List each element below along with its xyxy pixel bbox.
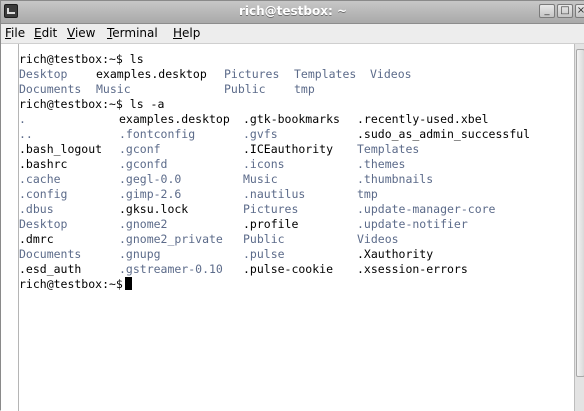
ls-a-entry: .. bbox=[19, 127, 33, 141]
prompt-text: rich@testbox:~$ ls bbox=[19, 52, 144, 66]
ls-a-entry: .nautilus bbox=[243, 187, 306, 201]
ls-a-entry: .gconfd bbox=[119, 157, 168, 171]
ls-a-entry: .gstreamer-0.10 bbox=[119, 262, 223, 276]
prompt-text: rich@testbox:~$ bbox=[19, 277, 123, 291]
ls-a-entry: .esd_auth bbox=[19, 262, 82, 276]
menu-help[interactable]: Help bbox=[173, 26, 200, 40]
ls-a-entry: .gimp-2.6 bbox=[119, 187, 182, 201]
ls-a-entry: .dbus bbox=[19, 202, 54, 216]
ls-a-entry: Pictures bbox=[243, 202, 299, 216]
ls-a-entry: .gconf bbox=[119, 142, 161, 156]
scrollbar-thumb[interactable] bbox=[576, 49, 584, 377]
menu-edit-accel: E bbox=[34, 26, 42, 40]
ls-a-entry: .ICEauthority bbox=[243, 142, 334, 156]
ls-entry: Desktop bbox=[19, 67, 68, 81]
current-prompt: rich@testbox:~$ bbox=[19, 277, 132, 292]
ls-entry: Public bbox=[224, 82, 266, 96]
ls-entry: Pictures bbox=[224, 67, 280, 81]
text-cursor bbox=[124, 277, 132, 290]
ls-a-entry: .pulse bbox=[243, 247, 285, 261]
vertical-scrollbar[interactable] bbox=[574, 44, 584, 411]
ls-a-entry: .gegl-0.0 bbox=[119, 172, 182, 186]
menu-edit-label: dit bbox=[41, 26, 58, 40]
menu-view[interactable]: View bbox=[67, 26, 95, 40]
ls-a-entry: .fontconfig bbox=[119, 127, 196, 141]
ls-a-entry: .thumbnails bbox=[357, 172, 434, 186]
menu-file[interactable]: File bbox=[5, 26, 25, 40]
close-button[interactable]: × bbox=[575, 4, 584, 18]
ls-a-entry: .config bbox=[19, 187, 68, 201]
ls-a-entry: Videos bbox=[357, 232, 399, 246]
ls-a-entry: .profile bbox=[243, 217, 299, 231]
ls-a-entry: .gnome2 bbox=[119, 217, 168, 231]
ls-entry: Music bbox=[96, 82, 131, 96]
ls-a-entry: .cache bbox=[19, 172, 61, 186]
ls-a-entry: .gksu.lock bbox=[119, 202, 189, 216]
ls-a-entry: .dmrc bbox=[19, 232, 54, 246]
menu-file-label: ile bbox=[11, 26, 26, 40]
menu-terminal[interactable]: Terminal bbox=[107, 26, 158, 40]
ls-a-entry: .gtk-bookmarks bbox=[243, 112, 340, 126]
ls-a-entry: .icons bbox=[243, 157, 285, 171]
menu-view-accel: V bbox=[67, 26, 75, 40]
menu-bar: File Edit View Terminal Help bbox=[1, 24, 584, 44]
minimize-button[interactable]: _ bbox=[539, 4, 555, 18]
ls-a-entry: .update-manager-core bbox=[357, 202, 496, 216]
ls-a-entry: .themes bbox=[357, 157, 406, 171]
ls-a-entry: .gnupg bbox=[119, 247, 161, 261]
maximize-button[interactable]: □ bbox=[557, 4, 573, 18]
menu-view-label: iew bbox=[74, 26, 96, 40]
prompt-text: rich@testbox:~$ ls -a bbox=[19, 97, 165, 111]
window-title: rich@testbox: ~ bbox=[238, 4, 348, 18]
ls-entry: tmp bbox=[294, 82, 315, 96]
ls-a-entry: tmp bbox=[357, 187, 378, 201]
ls-a-entry: examples.desktop bbox=[119, 112, 230, 126]
ls-entry: Videos bbox=[370, 67, 412, 81]
menu-help-accel: H bbox=[173, 26, 183, 40]
title-bar[interactable]: rich@testbox: ~ _ □ × bbox=[1, 1, 584, 24]
ls-a-entry: .pulse-cookie bbox=[243, 262, 334, 276]
ls-a-entry: Templates bbox=[357, 142, 420, 156]
ls-a-entry: Music bbox=[243, 172, 278, 186]
ls-a-entry: .xsession-errors bbox=[357, 262, 468, 276]
terminal-margin bbox=[1, 44, 18, 411]
ls-a-entry: .update-notifier bbox=[357, 217, 468, 231]
ls-a-entry: .recently-used.xbel bbox=[357, 112, 489, 126]
ls-a-entry: .bashrc bbox=[19, 157, 68, 171]
ls-a-entry: .bash_logout bbox=[19, 142, 103, 156]
terminal-window: rich@testbox: ~ _ □ × File Edit View Ter… bbox=[0, 0, 584, 411]
ls-a-entry: . bbox=[19, 112, 26, 126]
ls-a-entry: .gnome2_private bbox=[119, 232, 223, 246]
ls-a-entry: Documents bbox=[19, 247, 82, 261]
ls-a-entry: Desktop bbox=[19, 217, 68, 231]
ls-a-entry: .sudo_as_admin_successful bbox=[357, 127, 531, 141]
ls-a-entry: Public bbox=[243, 232, 285, 246]
ls-entry: Templates bbox=[294, 67, 357, 81]
ls-a-entry: .gvfs bbox=[243, 127, 278, 141]
ls-a-entry: .Xauthority bbox=[357, 247, 434, 261]
menu-edit[interactable]: Edit bbox=[34, 26, 57, 40]
menu-help-label: elp bbox=[182, 26, 201, 40]
menu-terminal-label: erminal bbox=[112, 26, 158, 40]
ls-entry: Documents bbox=[19, 82, 82, 96]
terminal-output[interactable]: rich@testbox:~$ ls Desktop examples.desk… bbox=[18, 44, 575, 411]
ls-entry: examples.desktop bbox=[96, 67, 207, 81]
